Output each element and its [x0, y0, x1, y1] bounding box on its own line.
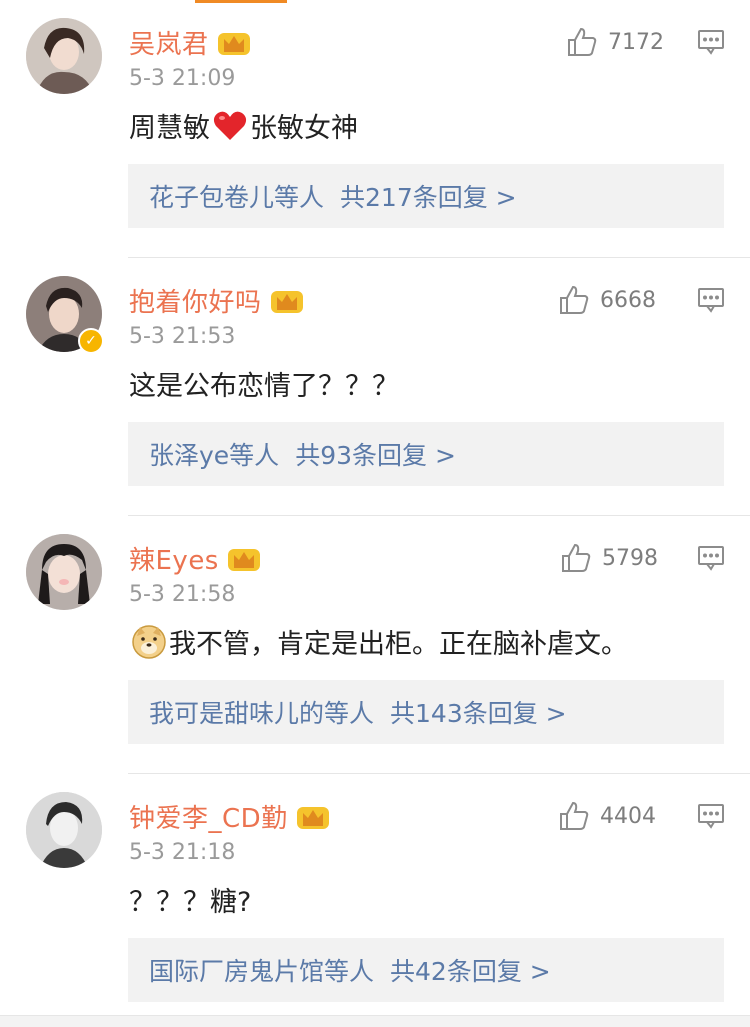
- thumbs-up-icon: [560, 542, 592, 574]
- verified-badge-icon: ✓: [78, 328, 104, 354]
- reply-users: 国际厂房鬼片馆等人: [149, 957, 375, 986]
- comment-icon[interactable]: [697, 544, 725, 572]
- comment-time: 5-3 21:09: [129, 66, 236, 91]
- like-count: 6668: [600, 287, 656, 313]
- comment-item: 辣Eyes 5-3 21:58 5798 我不管，肯定是出柜。正在脑补虐文。 我…: [0, 516, 750, 774]
- footer-separator: [0, 1015, 750, 1027]
- reply-count: 共93条回复 >: [295, 441, 456, 470]
- comment-icon[interactable]: [697, 286, 725, 314]
- like-button[interactable]: 7172: [566, 24, 664, 60]
- comment-time: 5-3 21:18: [129, 840, 236, 865]
- doge-icon: [131, 624, 167, 660]
- reply-count: 共217条回复 >: [340, 183, 517, 212]
- comment-text: ？？？糖?: [129, 887, 252, 918]
- comment-text-part: 周慧敏: [129, 113, 210, 144]
- comment-icon[interactable]: [697, 28, 725, 56]
- user-name-row: 辣Eyes: [129, 538, 261, 578]
- comment-text: 周慧敏 张敏女神: [129, 106, 358, 145]
- comment-icon[interactable]: [697, 802, 725, 830]
- reply-count: 共42条回复 >: [390, 957, 551, 986]
- red-heart-icon: [212, 108, 248, 144]
- thumbs-up-icon: [558, 800, 590, 832]
- user-name-row: 钟爱李_CD勤: [129, 796, 330, 836]
- comment-time: 5-3 21:58: [129, 582, 236, 607]
- vip-crown-icon: [227, 543, 261, 573]
- avatar[interactable]: [26, 18, 102, 94]
- comment-text-part: 我不管，肯定是出柜。正在脑补虐文。: [169, 629, 628, 660]
- like-button[interactable]: 6668: [558, 282, 656, 318]
- username[interactable]: 吴岚君: [129, 24, 209, 61]
- avatar[interactable]: [26, 534, 102, 610]
- replies-summary[interactable]: 花子包卷儿等人 共217条回复 >: [128, 164, 724, 228]
- comment-text: 这是公布恋情了？？？: [129, 371, 399, 402]
- comment-time: 5-3 21:53: [129, 324, 236, 349]
- vip-crown-icon: [217, 27, 251, 57]
- comment-item: 吴岚君 5-3 21:09 7172 周慧敏 张敏女神 花子包卷儿等人 共217…: [0, 0, 750, 258]
- like-button[interactable]: 5798: [560, 540, 658, 576]
- comment-item: ✓ 抱着你好吗 5-3 21:53 6668 这是公布恋情了？？？ 张泽ye等人…: [0, 258, 750, 516]
- reply-users: 花子包卷儿等人: [149, 183, 325, 212]
- comment-list: 吴岚君 5-3 21:09 7172 周慧敏 张敏女神 花子包卷儿等人 共217…: [0, 0, 750, 1027]
- comment-item: 钟爱李_CD勤 5-3 21:18 4404 ？？？糖? 国际厂房鬼片馆等人 共…: [0, 774, 750, 1027]
- user-name-row: 吴岚君: [129, 22, 251, 62]
- replies-summary[interactable]: 我可是甜味儿的等人 共143条回复 >: [128, 680, 724, 744]
- comment-text: 我不管，肯定是出柜。正在脑补虐文。: [129, 622, 628, 661]
- like-count: 4404: [600, 803, 656, 829]
- comment-text-part: 张敏女神: [250, 113, 358, 144]
- user-name-row: 抱着你好吗: [129, 280, 304, 320]
- vip-crown-icon: [296, 801, 330, 831]
- reply-count: 共143条回复 >: [390, 699, 567, 728]
- thumbs-up-icon: [566, 26, 598, 58]
- reply-users: 张泽ye等人: [149, 441, 280, 470]
- replies-summary[interactable]: 张泽ye等人 共93条回复 >: [128, 422, 724, 486]
- vip-crown-icon: [270, 285, 304, 315]
- username[interactable]: 抱着你好吗: [129, 282, 262, 319]
- username[interactable]: 钟爱李_CD勤: [129, 798, 288, 835]
- avatar[interactable]: [26, 792, 102, 868]
- like-count: 5798: [602, 545, 658, 571]
- thumbs-up-icon: [558, 284, 590, 316]
- reply-users: 我可是甜味儿的等人: [149, 699, 375, 728]
- username[interactable]: 辣Eyes: [129, 540, 219, 577]
- like-button[interactable]: 4404: [558, 798, 656, 834]
- replies-summary[interactable]: 国际厂房鬼片馆等人 共42条回复 >: [128, 938, 724, 1002]
- like-count: 7172: [608, 29, 664, 55]
